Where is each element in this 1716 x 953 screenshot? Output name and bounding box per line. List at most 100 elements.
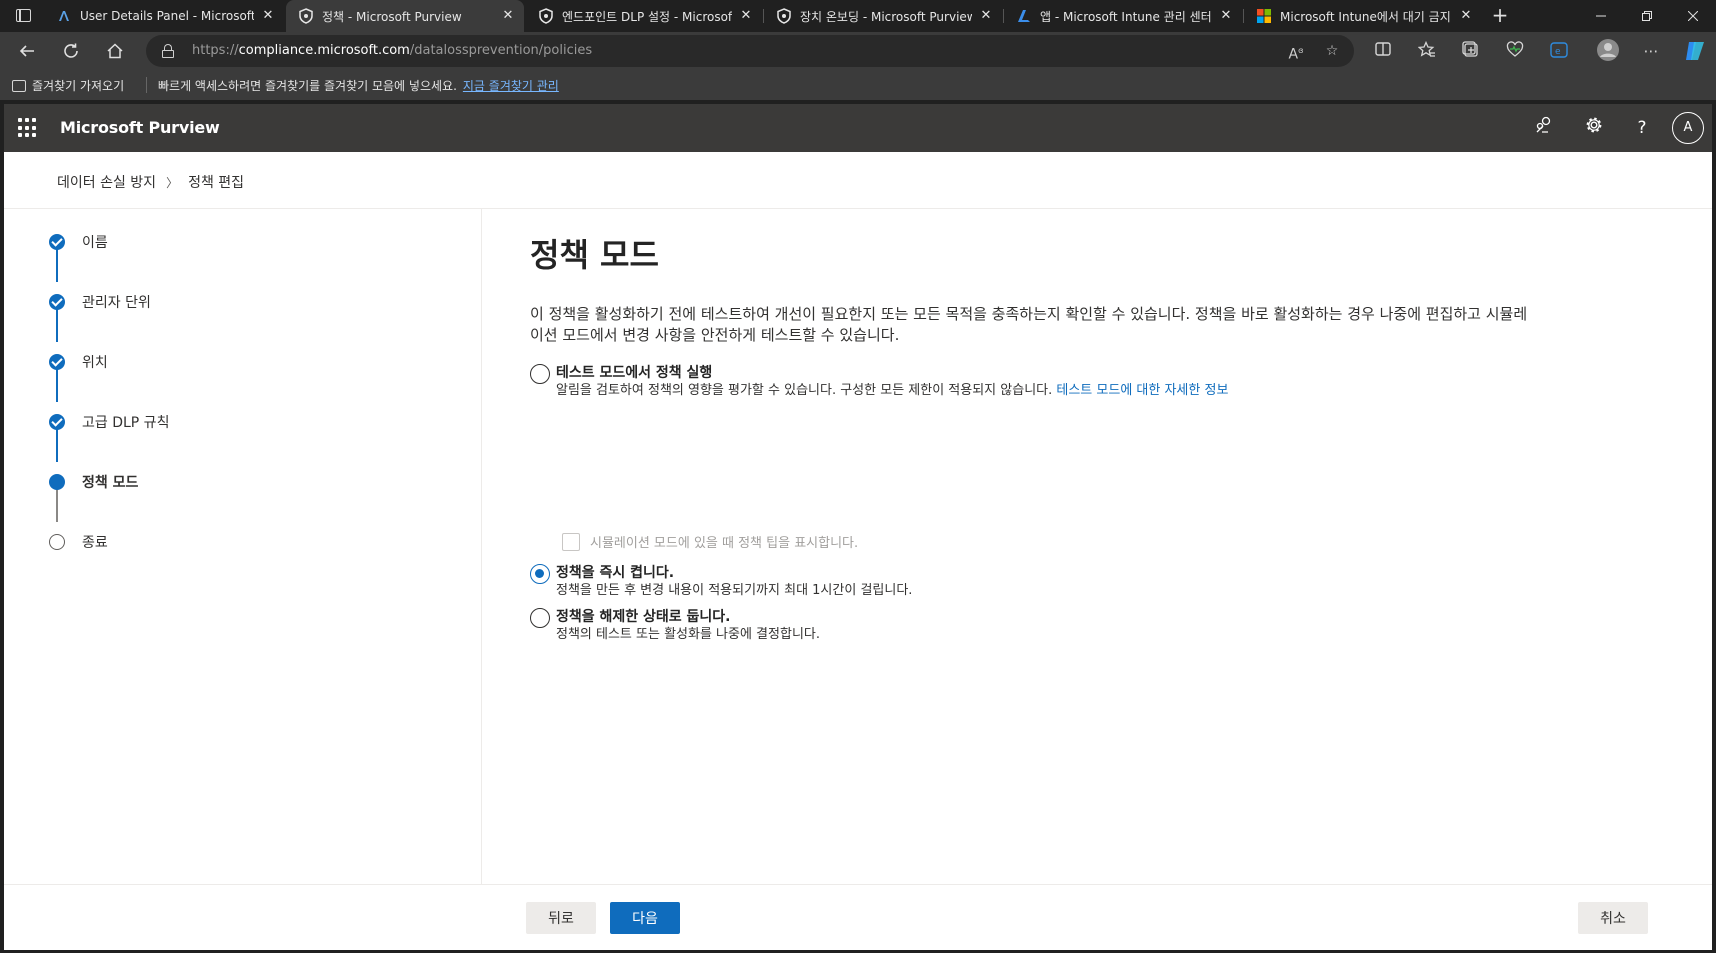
cancel-button[interactable]: 취소: [1578, 902, 1648, 934]
read-aloud-icon[interactable]: Aɞ: [1286, 41, 1306, 63]
step-finish[interactable]: 종료: [49, 532, 108, 552]
refresh-icon[interactable]: [57, 37, 85, 65]
more-options-icon[interactable]: ⋯: [1641, 41, 1661, 61]
lock-icon[interactable]: [162, 44, 174, 58]
close-icon[interactable]: ✕: [500, 8, 516, 24]
browser-tab[interactable]: 앱 - Microsoft Intune 관리 센터 ✕: [1004, 0, 1242, 32]
tab-title: 장치 온보딩 - Microsoft Purview: [800, 9, 972, 24]
step-complete-check-icon: [49, 234, 65, 250]
option-title: 정책을 즉시 켭니다.: [556, 565, 675, 581]
home-icon[interactable]: [101, 37, 129, 65]
step-complete-check-icon: [49, 414, 65, 430]
turn-on-radio[interactable]: [530, 564, 550, 584]
close-window-icon[interactable]: [1670, 0, 1716, 32]
purview-shield-icon: [538, 8, 554, 24]
step-label: 위치: [82, 355, 108, 371]
microsoft-logo-icon: [1256, 8, 1272, 24]
step-complete-check-icon: [49, 354, 65, 370]
keep-off-radio[interactable]: [530, 608, 550, 628]
step-admin-units[interactable]: 관리자 단위: [49, 292, 151, 312]
option-description: 알림을 검토하여 정책의 영향을 평가할 수 있습니다. 구성한 모든 제한이 …: [556, 383, 1053, 398]
browser-tab[interactable]: 장치 온보딩 - Microsoft Purview ✕: [764, 0, 1002, 32]
page-title: 정책 모드: [530, 236, 659, 274]
step-policy-mode[interactable]: 정책 모드: [49, 472, 138, 492]
close-icon[interactable]: ✕: [260, 8, 276, 24]
test-mode-learn-more-link[interactable]: 테스트 모드에 대한 자세한 정보: [1056, 383, 1228, 398]
browser-tab[interactable]: User Details Panel - Microsoft 365 ✕: [44, 0, 284, 32]
back-arrow-icon[interactable]: [13, 37, 41, 65]
suite-header: Microsoft Purview ? A: [4, 104, 1712, 152]
favorites-icon[interactable]: [1417, 40, 1437, 61]
user-avatar[interactable]: A: [1672, 112, 1704, 144]
url-text[interactable]: https://compliance.microsoft.com/datalos…: [192, 43, 592, 58]
browser-essentials-icon[interactable]: [1505, 41, 1525, 61]
policy-tips-checkbox-row: 시뮬레이션 모드에 있을 때 정책 팁을 표시합니다.: [562, 532, 858, 551]
import-favorites-button[interactable]: 즐겨찾기 가져오기: [12, 77, 124, 94]
show-policy-tips-checkbox[interactable]: [562, 532, 580, 551]
help-question-icon[interactable]: ?: [1630, 116, 1654, 140]
tab-actions-icon[interactable]: [10, 6, 38, 26]
split-screen-icon[interactable]: [1373, 41, 1393, 61]
tab-title: 엔드포인트 DLP 설정 - Microsoft: [562, 9, 732, 24]
collections-icon[interactable]: [1461, 41, 1481, 61]
back-button[interactable]: 뒤로: [526, 902, 596, 934]
browser-tab[interactable]: 엔드포인트 DLP 설정 - Microsoft ✕: [526, 0, 762, 32]
next-button[interactable]: 다음: [610, 902, 680, 934]
breadcrumb: 데이터 손실 방지 〉 정책 편집: [57, 172, 244, 192]
breadcrumb-current: 정책 편집: [188, 175, 245, 191]
option-keep-off[interactable]: 정책을 해제한 상태로 둡니다. 정책의 테스트 또는 활성화를 나중에 결정합…: [530, 608, 820, 644]
step-name[interactable]: 이름: [49, 232, 108, 252]
tab-title: Microsoft Intune에서 대기 금지 ...: [1280, 9, 1452, 24]
copilot-icon[interactable]: [1683, 39, 1707, 63]
azure-logo-icon: [1016, 8, 1032, 24]
import-favorites-label: 즐겨찾기 가져오기: [32, 79, 125, 93]
option-turn-on-now[interactable]: 정책을 즉시 켭니다. 정책을 만든 후 변경 내용이 적용되기까지 최대 1시…: [530, 564, 912, 600]
new-tab-button[interactable]: +: [1488, 4, 1512, 28]
manage-favorites-link[interactable]: 지금 즐겨찾기 관리: [463, 79, 559, 93]
restore-icon[interactable]: [1624, 0, 1670, 32]
step-locations[interactable]: 위치: [49, 352, 108, 372]
option-title: 테스트 모드에서 정책 실행: [556, 365, 713, 381]
browser-tab[interactable]: Microsoft Intune에서 대기 금지 ... ✕: [1244, 0, 1482, 32]
add-favorite-star-icon[interactable]: ☆: [1322, 41, 1342, 61]
tab-title: 정책 - Microsoft Purview: [322, 9, 462, 24]
share-people-icon[interactable]: [1532, 116, 1556, 140]
page-description: 이 정책을 활성화하기 전에 테스트하여 개선이 필요한지 또는 모든 목적을 …: [530, 305, 1528, 344]
app-launcher-waffle-icon[interactable]: [18, 118, 38, 138]
option-title: 정책을 해제한 상태로 둡니다.: [556, 609, 731, 625]
tab-title: 앱 - Microsoft Intune 관리 센터: [1040, 9, 1212, 24]
import-folder-icon: [12, 79, 26, 92]
browser-tab-strip: User Details Panel - Microsoft 365 ✕ 정책 …: [0, 0, 1716, 32]
wizard-footer: 뒤로 다음 취소: [4, 884, 1712, 950]
browser-toolbar: https://compliance.microsoft.com/datalos…: [0, 32, 1716, 70]
chevron-right-icon: 〉: [166, 175, 179, 190]
close-icon[interactable]: ✕: [1218, 8, 1234, 24]
step-advanced-dlp-rules[interactable]: 고급 DLP 규칙: [49, 412, 169, 432]
settings-gear-icon[interactable]: [1582, 116, 1606, 140]
edge-refresh-icon[interactable]: e: [1549, 41, 1569, 61]
step-current-dot-icon: [49, 474, 65, 490]
purview-shield-icon: [298, 8, 314, 24]
browser-tab-active[interactable]: 정책 - Microsoft Purview ✕: [286, 0, 524, 32]
app-brand[interactable]: Microsoft Purview: [60, 118, 220, 137]
option-description: 정책을 만든 후 변경 내용이 적용되기까지 최대 1시간이 걸립니다.: [556, 583, 913, 598]
favorites-hint-text: 빠르게 액세스하려면 즐겨찾기를 즐겨찾기 모음에 넣으세요.: [158, 79, 457, 93]
checkbox-label: 시뮬레이션 모드에 있을 때 정책 팁을 표시합니다.: [590, 536, 859, 551]
minimize-icon[interactable]: [1578, 0, 1624, 32]
option-description: 정책의 테스트 또는 활성화를 나중에 결정합니다.: [556, 627, 820, 642]
favorites-bar: 즐겨찾기 가져오기 빠르게 액세스하려면 즐겨찾기를 즐겨찾기 모음에 넣으세요…: [0, 70, 1716, 100]
profile-avatar-icon[interactable]: [1595, 38, 1621, 64]
close-icon[interactable]: ✕: [1458, 8, 1474, 24]
favorites-hint: 빠르게 액세스하려면 즐겨찾기를 즐겨찾기 모음에 넣으세요. 지금 즐겨찾기 관…: [158, 77, 559, 94]
close-icon[interactable]: ✕: [738, 8, 754, 24]
admin-center-favicon-icon: [56, 8, 72, 24]
step-label: 종료: [82, 535, 108, 551]
policy-mode-panel: 정책 모드 이 정책을 활성화하기 전에 테스트하여 개선이 필요한지 또는 모…: [530, 224, 1630, 642]
address-bar[interactable]: https://compliance.microsoft.com/datalos…: [146, 35, 1354, 67]
close-icon[interactable]: ✕: [978, 8, 994, 24]
step-label: 이름: [82, 235, 108, 251]
test-mode-radio[interactable]: [530, 364, 550, 384]
step-label: 관리자 단위: [82, 295, 151, 311]
breadcrumb-dlp-link[interactable]: 데이터 손실 방지: [57, 172, 156, 192]
option-test-mode[interactable]: 테스트 모드에서 정책 실행 알림을 검토하여 정책의 영향을 평가할 수 있습…: [530, 364, 1228, 400]
